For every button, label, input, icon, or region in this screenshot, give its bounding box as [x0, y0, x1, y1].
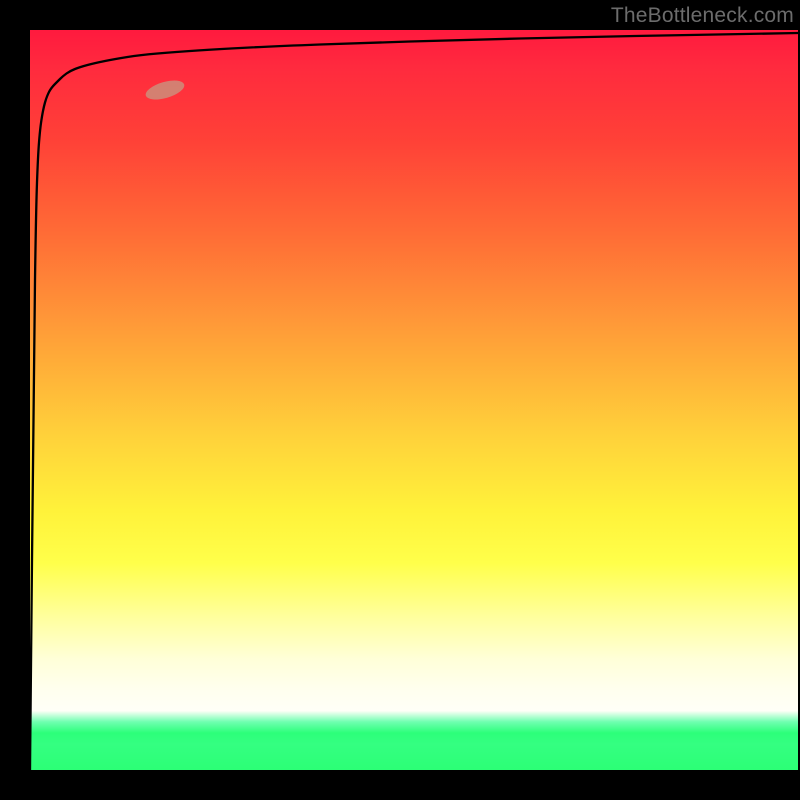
curve-marker [144, 77, 187, 103]
chart-frame: TheBottleneck.com [0, 0, 800, 800]
bottleneck-curve [30, 33, 798, 770]
plot-area [30, 30, 798, 770]
attribution-text: TheBottleneck.com [611, 4, 794, 28]
curve-svg [30, 30, 798, 770]
